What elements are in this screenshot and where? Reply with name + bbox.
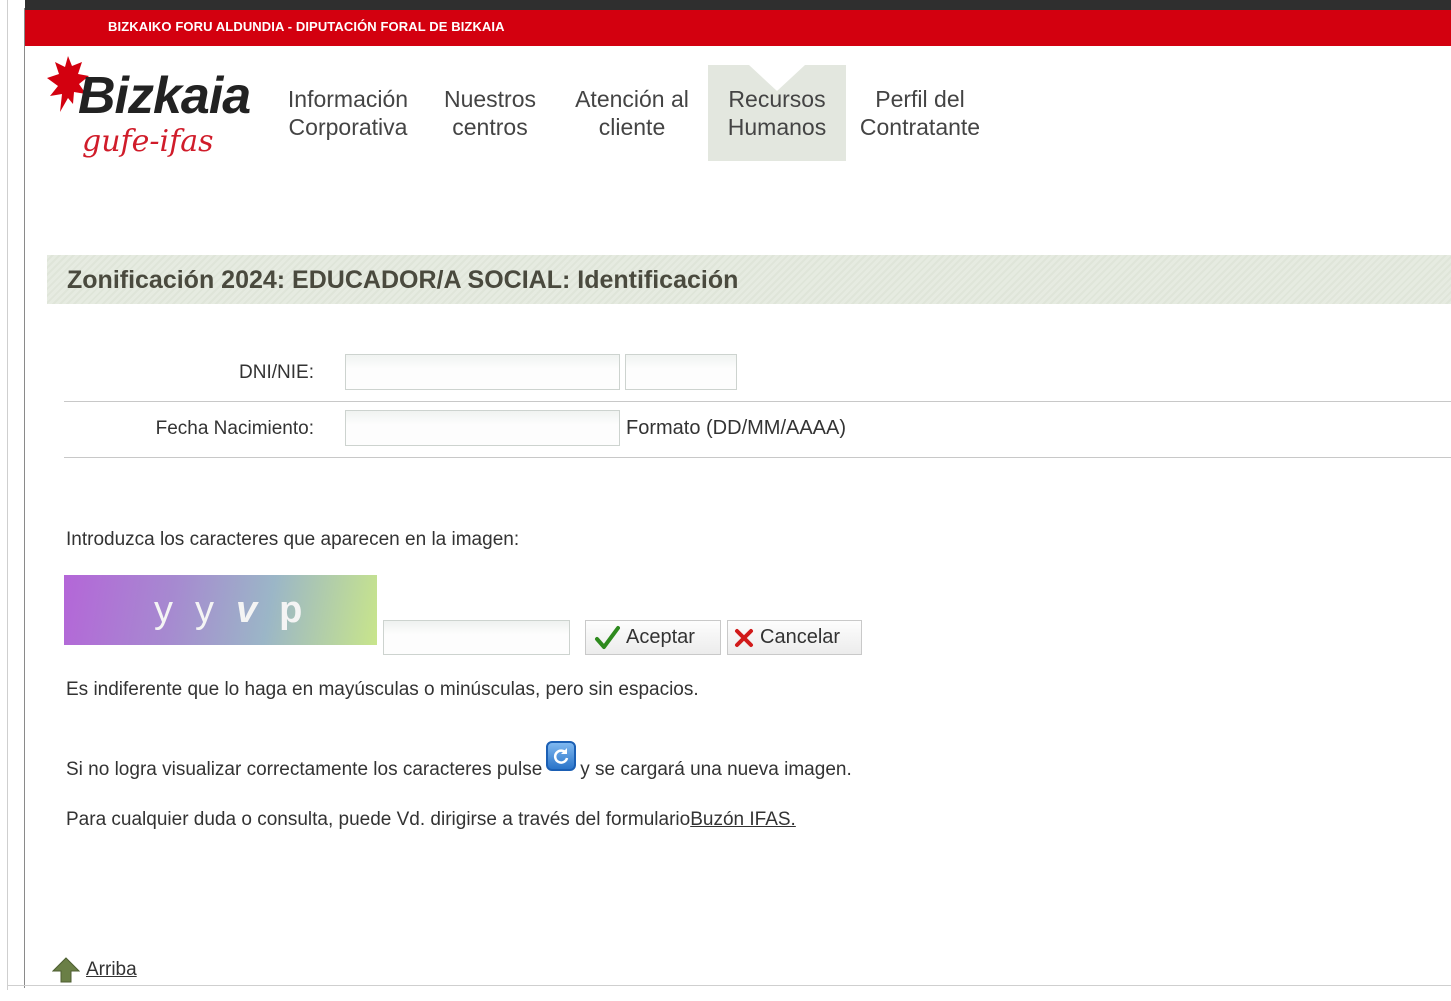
- nav-item-perfil-contratante[interactable]: Perfil del Contratante: [846, 65, 994, 161]
- logo-wordmark: Bizkaia: [78, 67, 251, 125]
- nav-item-atencion-cliente[interactable]: Atención al cliente: [556, 65, 708, 161]
- page-left-border: [24, 8, 25, 988]
- case-insensitive-note: Es indiferente que lo haga en mayúsculas…: [66, 679, 699, 700]
- bizkaia-logo[interactable]: Bizkaia gufe-ifas: [46, 54, 276, 164]
- captcha-input[interactable]: [383, 620, 570, 655]
- cancel-button[interactable]: Cancelar: [727, 620, 862, 655]
- refresh-icon[interactable]: [546, 741, 577, 771]
- captcha-char: v: [236, 589, 258, 631]
- dni-label: DNI/NIE:: [239, 362, 314, 383]
- birthdate-row: Fecha Nacimiento: Formato (DD/MM/AAAA): [64, 408, 1451, 458]
- bottom-edge: [8, 985, 1451, 986]
- nav-item-recursos-humanos[interactable]: Recursos Humanos: [708, 65, 846, 161]
- left-edge: [0, 0, 8, 990]
- captcha-char: p: [279, 589, 303, 631]
- contact-text: Para cualquier duda o consulta, puede Vd…: [66, 809, 691, 830]
- main-nav: Información Corporativa Nuestros centros…: [272, 65, 994, 161]
- nav-item-label: Recursos Humanos: [727, 86, 827, 140]
- dni-input[interactable]: [345, 354, 620, 390]
- captcha-prompt: Introduzca los caracteres que aparecen e…: [66, 529, 520, 550]
- arrow-up-icon: [52, 956, 80, 984]
- dni-row: DNI/NIE:: [64, 352, 1451, 402]
- reload-instructions: Si no logra visualizar correctamente los…: [66, 741, 852, 781]
- page-title: Zonificación 2024: EDUCADOR/A SOCIAL: Id…: [67, 266, 739, 294]
- back-to-top[interactable]: Arriba: [52, 956, 137, 984]
- banner-text: BIZKAIKO FORU ALDUNDIA - DIPUTACIÓN FORA…: [108, 19, 505, 34]
- cancel-label: Cancelar: [760, 626, 841, 648]
- nav-item-nuestros-centros[interactable]: Nuestros centros: [424, 65, 556, 161]
- nav-item-informacion-corporativa[interactable]: Información Corporativa: [272, 65, 424, 161]
- contact-line: Para cualquier duda o consulta, puede Vd…: [66, 809, 796, 831]
- reload-text-after: y se cargará una nueva imagen.: [580, 759, 852, 780]
- captcha-image: yyvp: [64, 575, 377, 645]
- buzon-ifas-link[interactable]: Buzón IFAS.: [690, 809, 796, 830]
- captcha-char: y: [154, 589, 173, 631]
- reload-text-before: Si no logra visualizar correctamente los…: [66, 759, 543, 780]
- dni-letter-input[interactable]: [625, 354, 737, 390]
- checkmark-icon: [594, 625, 620, 651]
- arriba-link[interactable]: Arriba: [86, 959, 137, 981]
- captcha-char: y: [195, 589, 214, 631]
- birthdate-format-hint: Formato (DD/MM/AAAA): [626, 417, 847, 439]
- birthdate-label: Fecha Nacimiento:: [155, 418, 314, 439]
- close-icon: [734, 628, 754, 648]
- accept-label: Aceptar: [626, 626, 695, 648]
- logo-subtitle: gufe-ifas: [82, 124, 214, 159]
- accept-button[interactable]: Aceptar: [585, 620, 721, 655]
- birthdate-input[interactable]: [345, 410, 620, 446]
- active-notch: [749, 65, 805, 91]
